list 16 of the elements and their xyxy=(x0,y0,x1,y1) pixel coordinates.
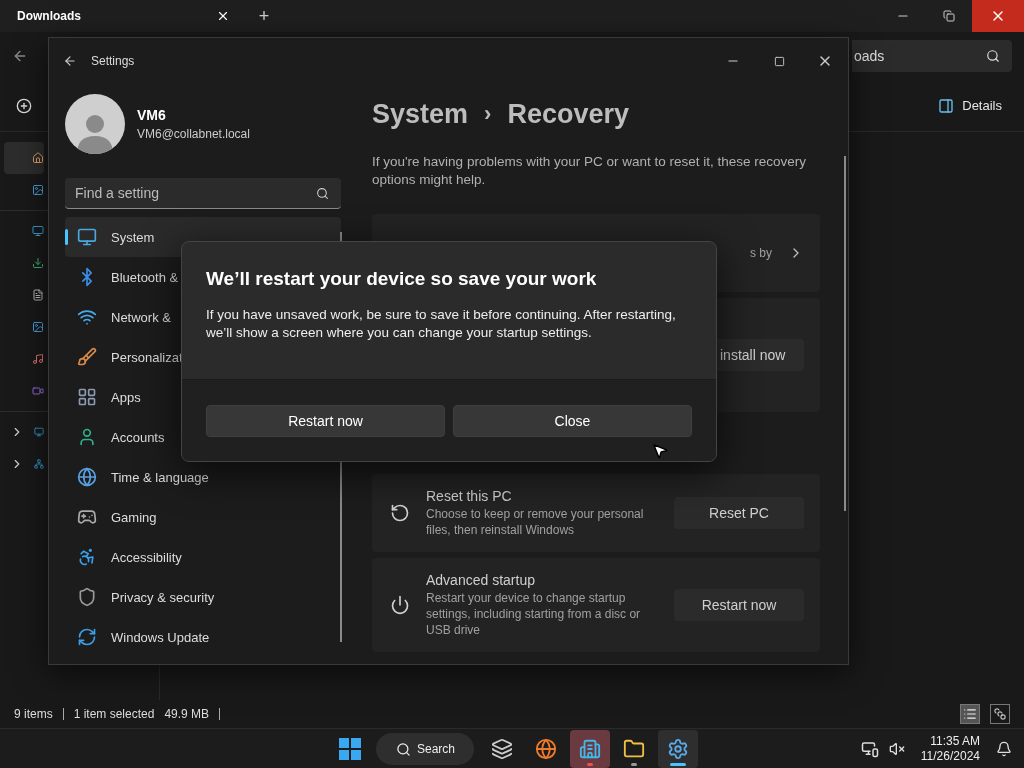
intro-text: If you're having problems with your PC or want to reset it, these recovery options might help. xyxy=(372,153,808,189)
selection-size: 49.9 MB xyxy=(164,707,210,721)
window-title: Settings xyxy=(91,54,135,68)
breadcrumb-separator: › xyxy=(484,101,492,127)
card-description: Restart your device to change startup settings, including starting from a disc or USB drive xyxy=(426,590,642,638)
card-title: Reset this PC xyxy=(426,488,513,504)
page-title: Recovery xyxy=(507,98,629,130)
dialog-title: We’ll restart your device so save your work xyxy=(206,268,598,290)
user-email: VM6@collabnet.local xyxy=(137,127,250,141)
user-name: VM6 xyxy=(137,107,167,123)
card-description: s by xyxy=(750,246,772,260)
card-title: Advanced startup xyxy=(426,572,536,588)
card-description: Choose to keep or remove your personal files, then reinstall Windows xyxy=(426,506,645,538)
selection-info: 1 item selected xyxy=(73,707,155,721)
dialog-message: If you have unsaved work, be sure to save it before continuing. After restarting, we’ll show a screen where you can change your startup settings. xyxy=(206,306,677,342)
item-count: 9 items xyxy=(14,707,53,721)
